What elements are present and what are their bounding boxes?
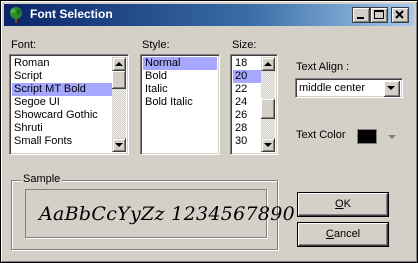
chevron-down-icon — [387, 86, 395, 90]
font-scrollbar[interactable] — [112, 57, 126, 152]
window-title: Font Selection — [30, 7, 113, 21]
size-item[interactable]: 18 — [233, 57, 261, 70]
size-scrollbar[interactable] — [261, 57, 275, 152]
text-align-label: Text Align : — [296, 61, 350, 73]
size-scroll-up-button[interactable] — [261, 57, 275, 71]
tree-icon — [7, 6, 25, 24]
font-listbox[interactable]: Roman Script Script MT Bold Segoe UI Sho… — [9, 54, 129, 155]
font-item-script-mt-bold[interactable]: Script MT Bold — [12, 83, 112, 96]
size-scroll-down-button[interactable] — [261, 138, 275, 152]
title-bar[interactable]: Font Selection — [4, 4, 414, 26]
font-item-small-fonts[interactable]: Small Fonts — [12, 135, 112, 148]
style-item-bold[interactable]: Bold — [143, 70, 217, 83]
text-align-dropdown-button[interactable] — [384, 81, 400, 97]
ok-mnemonic: O — [335, 198, 344, 210]
text-color-swatch[interactable] — [357, 129, 377, 144]
cancel-button[interactable]: Cancel — [298, 223, 388, 246]
color-dropdown-icon[interactable] — [388, 134, 396, 140]
close-icon — [395, 10, 404, 19]
ok-label-rest: K — [343, 198, 351, 210]
sample-text: AaBbCcYyZz 1234567890 — [39, 203, 296, 225]
size-item[interactable]: 24 — [233, 96, 261, 109]
arrow-up-icon — [264, 62, 272, 66]
size-item-selected[interactable]: 20 — [233, 70, 261, 83]
font-item-script[interactable]: Script — [12, 70, 112, 83]
cancel-label-rest: ancel — [333, 228, 361, 240]
style-item-italic[interactable]: Italic — [143, 83, 217, 96]
size-listbox[interactable]: 18 20 22 24 26 28 30 — [230, 54, 278, 155]
text-align-value: middle center — [299, 82, 366, 94]
text-align-combobox[interactable]: middle center — [295, 78, 403, 98]
font-label: Font: — [11, 39, 37, 51]
arrow-up-icon — [115, 62, 123, 66]
maximize-button[interactable] — [370, 7, 388, 23]
arrow-down-icon — [115, 143, 123, 147]
size-item[interactable]: 26 — [233, 109, 261, 122]
size-scroll-thumb[interactable] — [261, 99, 275, 119]
size-label: Size: — [232, 39, 257, 51]
text-color-label: Text Color — [296, 129, 346, 141]
size-item[interactable]: 28 — [233, 122, 261, 135]
sample-caption: Sample — [21, 173, 63, 185]
font-scroll-down-button[interactable] — [112, 138, 126, 152]
font-item-roman[interactable]: Roman — [12, 57, 112, 70]
ok-button[interactable]: OK — [298, 193, 388, 216]
cancel-mnemonic: C — [325, 228, 334, 240]
size-item[interactable]: 22 — [233, 83, 261, 96]
close-button[interactable] — [391, 7, 409, 23]
style-label: Style: — [142, 39, 170, 51]
font-selection-dialog: Font Selection Font: Roman Script Script… — [0, 0, 418, 263]
style-item-normal[interactable]: Normal — [143, 57, 217, 70]
style-listbox[interactable]: Normal Bold Italic Bold Italic — [140, 54, 220, 155]
font-item-showcard-gothic[interactable]: Showcard Gothic — [12, 109, 112, 122]
arrow-down-icon — [264, 143, 272, 147]
font-scroll-up-button[interactable] — [112, 57, 126, 71]
minimize-icon — [357, 17, 364, 19]
font-item-shruti[interactable]: Shruti — [12, 122, 112, 135]
style-item-bold-italic[interactable]: Bold Italic — [143, 96, 217, 109]
maximize-icon — [374, 10, 384, 19]
sample-frame: AaBbCcYyZz 1234567890 — [25, 189, 295, 238]
font-scroll-thumb[interactable] — [112, 71, 126, 89]
font-item-segoe-ui[interactable]: Segoe UI — [12, 96, 112, 109]
minimize-button[interactable] — [352, 7, 370, 23]
size-item[interactable]: 30 — [233, 135, 261, 148]
